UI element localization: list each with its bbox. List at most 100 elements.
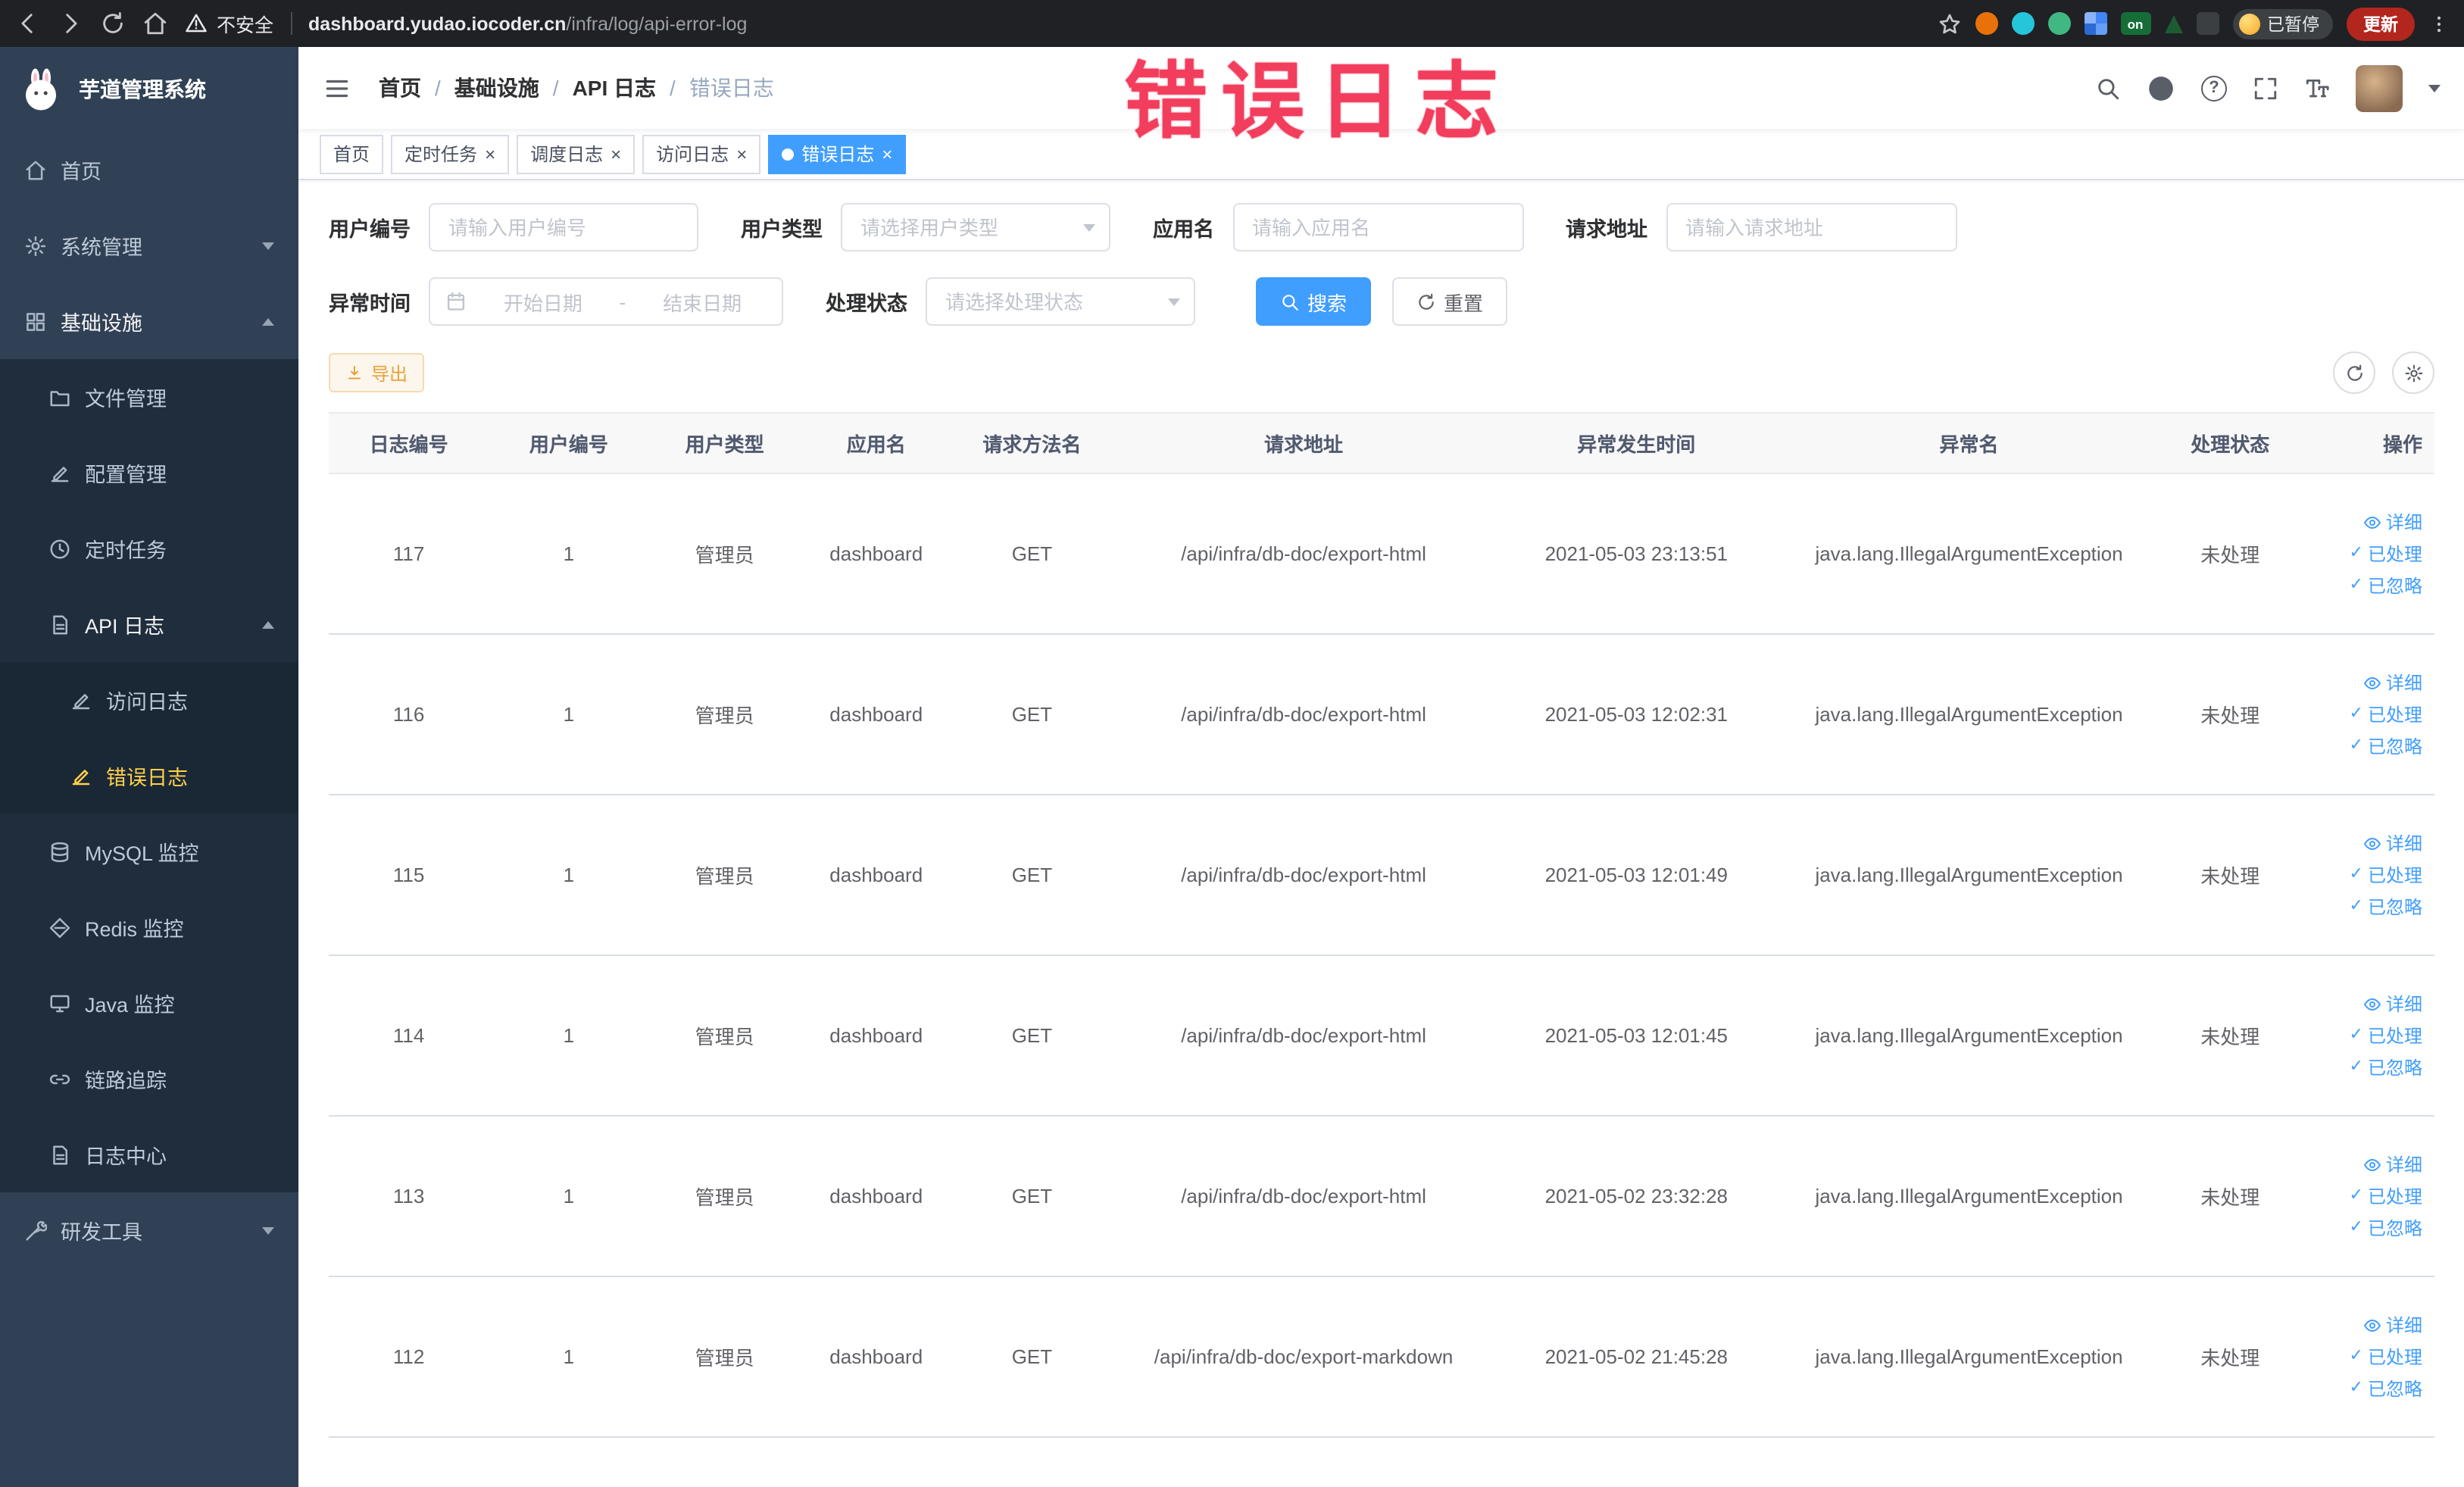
hamburger-icon[interactable] (323, 73, 351, 102)
extension-icon-green[interactable] (2047, 12, 2070, 35)
extension-icon-on[interactable]: on (2120, 12, 2150, 35)
back-icon[interactable] (15, 11, 41, 36)
breadcrumb-api-log[interactable]: API 日志 (573, 73, 656, 103)
ignored-link[interactable]: ✓ 已忽略 (2350, 573, 2422, 598)
github-icon[interactable] (2147, 73, 2175, 102)
sidebar-item-java-monitor[interactable]: Java 监控 (0, 965, 298, 1041)
app-name-input[interactable] (1232, 203, 1523, 251)
home-icon[interactable] (142, 11, 168, 36)
detail-link[interactable]: 详细 (2363, 830, 2422, 856)
extension-icon-dark[interactable] (2196, 12, 2219, 35)
column-settings-button[interactable] (2392, 351, 2434, 394)
user-type-select-input[interactable] (841, 203, 1110, 251)
address-bar[interactable]: dashboard.yudao.iocoder.cn/infra/log/api… (308, 13, 747, 34)
process-status-select-input[interactable] (926, 277, 1195, 326)
sidebar-item-label: API 日志 (85, 615, 165, 638)
sidebar-item-label: 研发工具 (61, 1221, 142, 1244)
sidebar-item-mysql-monitor[interactable]: MySQL 监控 (0, 814, 298, 889)
processed-link[interactable]: ✓ 已处理 (2350, 862, 2422, 888)
detail-link[interactable]: 详细 (2363, 670, 2422, 695)
extension-icon-grid[interactable] (2084, 12, 2106, 35)
export-button[interactable]: 导出 (329, 353, 425, 392)
filter-app-name: 应用名 (1153, 203, 1523, 251)
tab-access-log[interactable]: 访问日志 × (642, 134, 761, 173)
detail-link[interactable]: 详细 (2363, 1312, 2422, 1338)
sidebar-item-config-management[interactable]: 配置管理 (0, 435, 298, 511)
processed-link[interactable]: ✓ 已处理 (2350, 1344, 2422, 1370)
sidebar-item-home[interactable]: 首页 (0, 132, 298, 208)
breadcrumb-infrastructure[interactable]: 基础设施 (454, 73, 539, 103)
help-icon[interactable]: ? (2201, 75, 2227, 101)
close-icon[interactable]: × (736, 145, 747, 163)
cell-method: GET (951, 634, 1113, 795)
bookmark-icon[interactable] (1937, 11, 1961, 36)
refresh-button[interactable] (2333, 351, 2375, 394)
sidebar-item-file-management[interactable]: 文件管理 (0, 359, 298, 435)
sidebar-item-system[interactable]: 系统管理 (0, 208, 298, 283)
tab-error-log[interactable]: 错误日志 × (768, 134, 907, 173)
end-date-placeholder[interactable]: 结束日期 (638, 287, 767, 316)
close-icon[interactable]: × (882, 145, 892, 163)
reset-button[interactable]: 重置 (1392, 277, 1508, 326)
ignored-link[interactable]: ✓ 已忽略 (2350, 1376, 2422, 1401)
sidebar: 芋道管理系统 首页 系统管理 基础设施 文件管理 配置管理 定时任务 API 日… (0, 47, 298, 1487)
detail-link[interactable]: 详细 (2363, 509, 2422, 535)
search-button[interactable]: 搜索 (1256, 277, 1372, 326)
cell-user-id: 1 (489, 634, 649, 795)
sidebar-item-infrastructure[interactable]: 基础设施 (0, 283, 298, 359)
reload-icon[interactable] (100, 11, 126, 36)
breadcrumb-home[interactable]: 首页 (379, 73, 421, 103)
user-id-input[interactable] (429, 203, 698, 251)
process-status-select[interactable] (926, 277, 1195, 326)
sidebar-item-dev-tools[interactable]: 研发工具 (0, 1192, 298, 1268)
security-indicator[interactable]: 不安全 (185, 9, 273, 38)
check-icon: ✓ (2349, 1057, 2363, 1076)
font-size-icon[interactable] (2304, 75, 2330, 101)
detail-link[interactable]: 详细 (2363, 1151, 2422, 1177)
extension-icon-orange[interactable] (1975, 12, 1997, 35)
avatar[interactable] (2356, 64, 2403, 111)
user-type-select[interactable] (841, 203, 1110, 251)
fullscreen-icon[interactable] (2253, 75, 2278, 101)
cell-log-id: 115 (329, 795, 489, 956)
extension-icon-pine[interactable] (2164, 14, 2182, 33)
cell-method: GET (951, 473, 1113, 635)
browser-menu-icon[interactable] (2428, 11, 2450, 36)
processed-link[interactable]: ✓ 已处理 (2350, 1023, 2422, 1048)
ignored-link[interactable]: ✓ 已忽略 (2350, 1054, 2422, 1080)
tab-schedule-log[interactable]: 调度日志 × (517, 134, 636, 173)
date-range-picker[interactable]: 开始日期 - 结束日期 (429, 277, 783, 326)
sidebar-item-api-log[interactable]: API 日志 (0, 586, 298, 662)
processed-link[interactable]: ✓ 已处理 (2350, 541, 2422, 567)
sidebar-item-access-log[interactable]: 访问日志 (0, 662, 298, 738)
chevron-up-icon (262, 317, 274, 325)
update-button[interactable]: 更新 (2347, 7, 2415, 40)
sidebar-item-log-center[interactable]: 日志中心 (0, 1117, 298, 1192)
extension-icon-teal[interactable] (2011, 12, 2034, 35)
search-icon[interactable] (2095, 75, 2121, 101)
sidebar-item-error-log[interactable]: 错误日志 (0, 738, 298, 814)
ignored-link[interactable]: ✓ 已忽略 (2350, 733, 2422, 759)
sidebar-item-redis-monitor[interactable]: Redis 监控 (0, 889, 298, 965)
sidebar-item-scheduled-tasks[interactable]: 定时任务 (0, 511, 298, 586)
ignored-link[interactable]: ✓ 已忽略 (2350, 894, 2422, 920)
app-logo[interactable]: 芋道管理系统 (0, 47, 298, 132)
tab-home[interactable]: 首页 (320, 134, 384, 173)
ignored-link[interactable]: ✓ 已忽略 (2350, 1215, 2422, 1241)
processed-link[interactable]: ✓ 已处理 (2350, 701, 2422, 727)
forward-icon[interactable] (58, 11, 83, 36)
paused-badge[interactable]: 已暂停 (2232, 8, 2333, 39)
cell-exception-time: 2021-05-02 23:32:28 (1495, 1116, 1778, 1277)
sidebar-item-label: 系统管理 (61, 236, 142, 259)
close-icon[interactable]: × (485, 145, 495, 163)
request-url-input[interactable] (1666, 203, 1957, 251)
sidebar-item-label: 日志中心 (85, 1145, 167, 1168)
detail-link[interactable]: 详细 (2363, 991, 2422, 1017)
tab-scheduled-tasks[interactable]: 定时任务 × (391, 134, 510, 173)
gear-icon (2403, 363, 2423, 383)
sidebar-item-link-tracing[interactable]: 链路追踪 (0, 1041, 298, 1117)
start-date-placeholder[interactable]: 开始日期 (479, 287, 607, 316)
caret-down-icon[interactable] (2428, 84, 2441, 92)
close-icon[interactable]: × (611, 145, 621, 163)
processed-link[interactable]: ✓ 已处理 (2350, 1183, 2422, 1209)
